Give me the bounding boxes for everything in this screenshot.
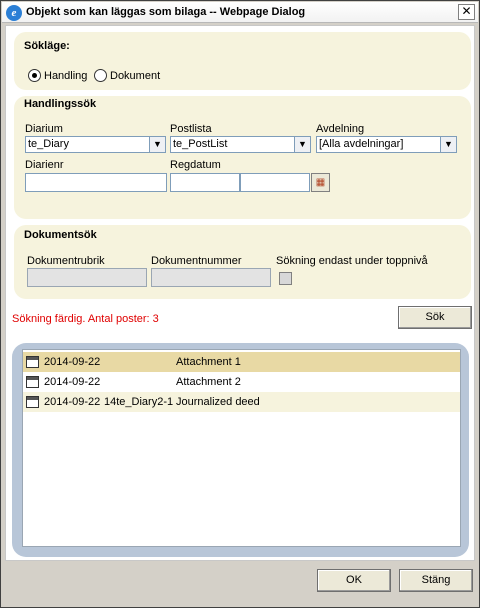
ie-icon: e: [6, 5, 22, 21]
result-row[interactable]: 2014-09-22 Attachment 2: [23, 372, 460, 392]
avdelning-label: Avdelning: [316, 123, 365, 135]
document-search-title: Dokumentsök: [24, 229, 97, 241]
diarium-label: Diarium: [25, 123, 63, 135]
regdatum-to-input[interactable]: [240, 173, 310, 192]
dokumentrubrik-label: Dokumentrubrik: [27, 255, 105, 267]
ok-button[interactable]: OK: [317, 569, 391, 592]
postlista-select[interactable]: te_PostList ▼: [170, 136, 311, 153]
dokumentnummer-input[interactable]: [151, 268, 271, 287]
postlista-label: Postlista: [170, 123, 212, 135]
diarienr-input[interactable]: [25, 173, 167, 192]
document-search-panel: Dokumentsök Dokumentrubrik Dokumentnumme…: [14, 225, 471, 299]
radio-dokument-label[interactable]: Dokument: [110, 70, 160, 82]
result-date: 2014-09-22: [44, 356, 101, 368]
document-icon: [26, 376, 39, 388]
diarium-value: te_Diary: [28, 138, 69, 150]
dialog-window: e Objekt som kan läggas som bilaga -- We…: [0, 0, 480, 608]
chevron-down-icon[interactable]: ▼: [440, 137, 456, 152]
close-window-button[interactable]: ✕: [458, 4, 475, 20]
results-list[interactable]: 2014-09-22 Attachment 1 2014-09-22 Attac…: [22, 349, 461, 547]
results-frame: 2014-09-22 Attachment 1 2014-09-22 Attac…: [12, 343, 469, 557]
search-mode-title: Sökläge:: [24, 40, 70, 52]
result-name: Attachment 2: [176, 376, 241, 388]
calendar-icon[interactable]: ▦: [311, 173, 330, 192]
toplevel-checkbox[interactable]: [279, 272, 292, 285]
title-bar[interactable]: e Objekt som kan läggas som bilaga -- We…: [2, 2, 478, 23]
diarienr-label: Diarienr: [25, 159, 64, 171]
postlista-value: te_PostList: [173, 138, 228, 150]
chevron-down-icon[interactable]: ▼: [294, 137, 310, 152]
diarium-select[interactable]: te_Diary ▼: [25, 136, 166, 153]
handling-search-panel: Handlingssök Diarium te_Diary ▼ Postlist…: [14, 96, 471, 219]
regdatum-label: Regdatum: [170, 159, 221, 171]
result-row[interactable]: 2014-09-22 14te_Diary2-1 Journalized dee…: [23, 392, 460, 412]
window-title: Objekt som kan läggas som bilaga -- Webp…: [26, 6, 306, 18]
radio-handling[interactable]: [28, 69, 41, 82]
search-button[interactable]: Sök: [398, 306, 472, 329]
close-button[interactable]: Stäng: [399, 569, 473, 592]
avdelning-select[interactable]: [Alla avdelningar] ▼: [316, 136, 457, 153]
result-date: 2014-09-22: [44, 396, 101, 408]
radio-dokument[interactable]: [94, 69, 107, 82]
search-mode-panel: Sökläge: Handling Dokument: [14, 32, 471, 90]
document-icon: [26, 396, 39, 408]
dokumentnummer-label: Dokumentnummer: [151, 255, 242, 267]
avdelning-value: [Alla avdelningar]: [319, 138, 404, 150]
status-message: Sökning färdig. Antal poster: 3: [12, 313, 159, 325]
result-name: Attachment 1: [176, 356, 241, 368]
document-icon: [26, 356, 39, 368]
chevron-down-icon[interactable]: ▼: [149, 137, 165, 152]
result-date: 2014-09-22: [44, 376, 101, 388]
dialog-body: Sökläge: Handling Dokument Handlingssök …: [5, 25, 475, 561]
regdatum-from-input[interactable]: [170, 173, 240, 192]
result-name: Journalized deed: [176, 396, 260, 408]
dokumentrubrik-input[interactable]: [27, 268, 147, 287]
result-dnr: 14te_Diary2-1: [104, 396, 174, 408]
result-row[interactable]: 2014-09-22 Attachment 1: [23, 352, 460, 372]
toplevel-label: Sökning endast under toppnivå: [276, 255, 428, 267]
radio-handling-label[interactable]: Handling: [44, 70, 87, 82]
handling-search-title: Handlingssök: [24, 98, 97, 110]
